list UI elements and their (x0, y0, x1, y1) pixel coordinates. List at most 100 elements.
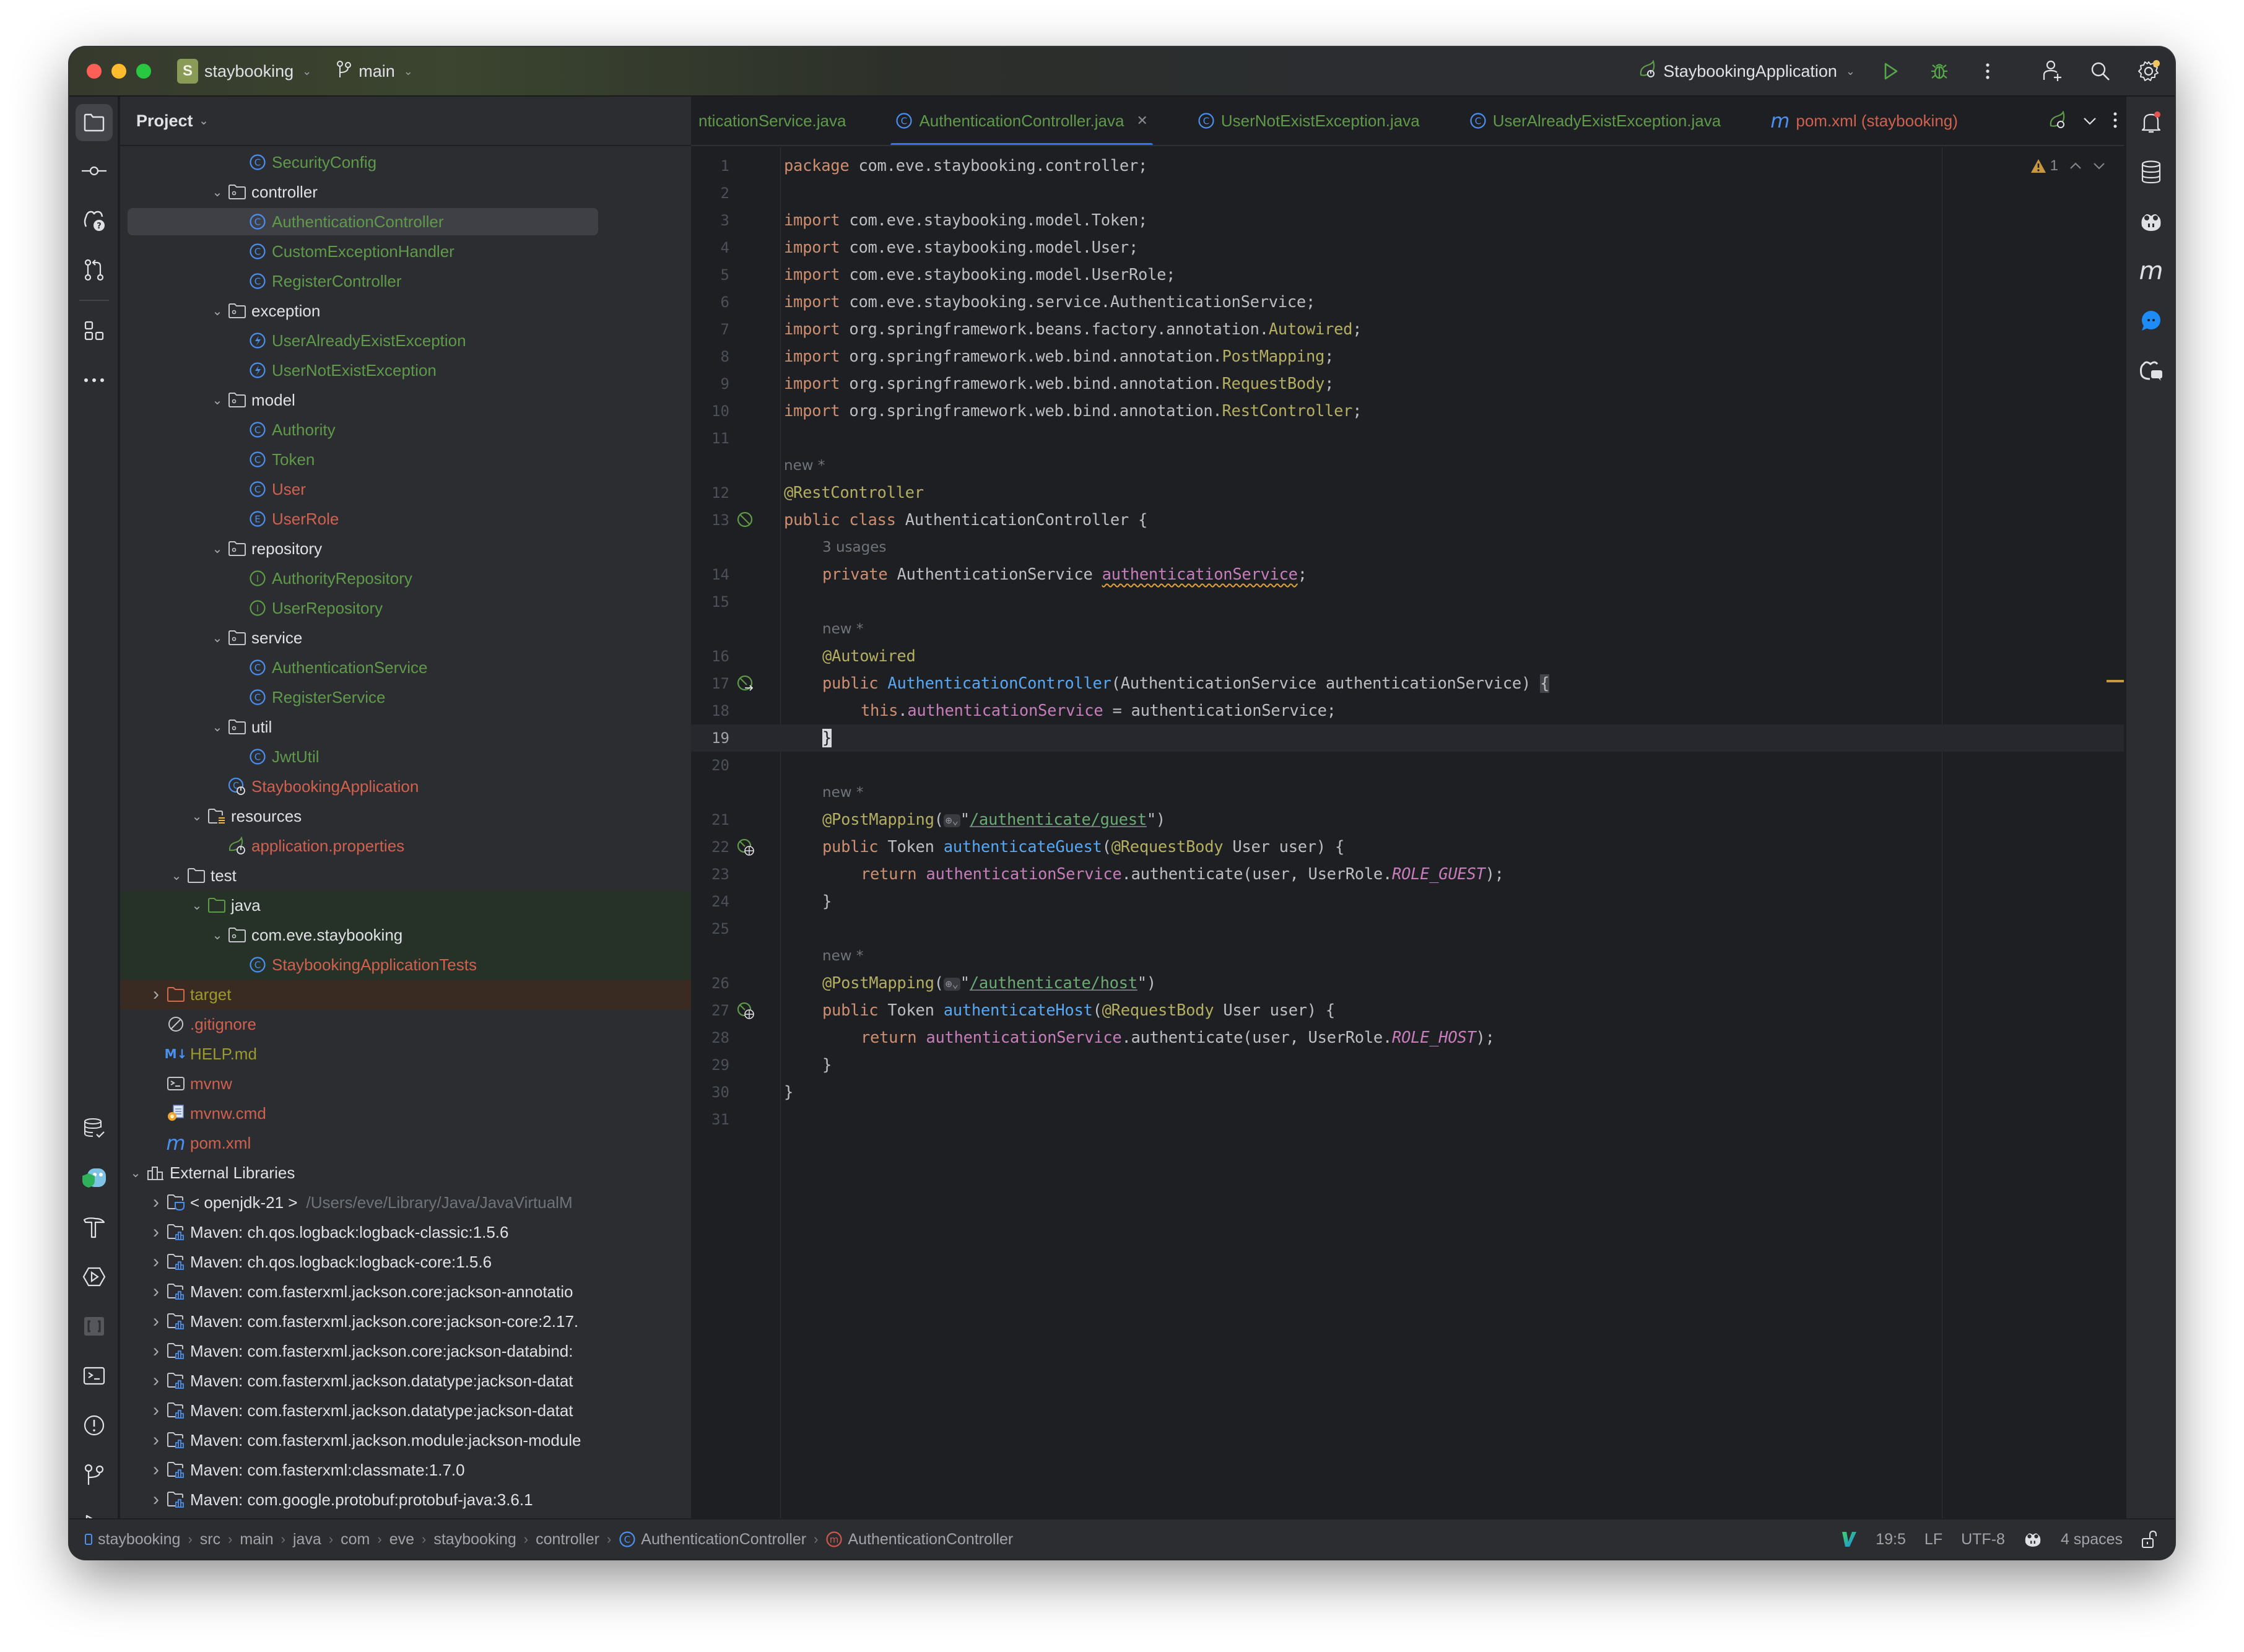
minimize-window-button[interactable] (111, 64, 126, 79)
caret-position[interactable]: 19:5 (1876, 1531, 1906, 1549)
code-line[interactable]: 9 import org.springframework.web.bind.ann… (691, 370, 2124, 398)
chevron-right-icon[interactable]: › (147, 1400, 165, 1421)
line-number[interactable]: 5 (691, 266, 729, 284)
code-line[interactable]: 7 import org.springframework.beans.factor… (691, 316, 2124, 343)
line-number[interactable]: 9 (691, 375, 729, 393)
tab-more-actions-button[interactable] (2113, 111, 2118, 132)
run-configuration-selector[interactable]: StaybookingApplication ⌄ (1638, 59, 1855, 83)
code-line[interactable]: 5 import com.eve.staybooking.model.UserRo… (691, 261, 2124, 289)
line-number[interactable]: 15 (691, 593, 729, 611)
database-changes-tool-button[interactable] (76, 1110, 113, 1147)
chevron-right-icon[interactable]: › (147, 984, 165, 1005)
tree-node[interactable]: › Maven: com.fasterxml.jackson.core:jacks… (120, 1306, 691, 1336)
code-line[interactable]: 1 package com.eve.staybooking.controller; (691, 152, 2124, 180)
tree-node[interactable]: › Maven: com.fasterxml.jackson.datatype:j… (120, 1366, 691, 1396)
settings-button[interactable] (2136, 59, 2161, 84)
code-line[interactable]: 8 import org.springframework.web.bind.ann… (691, 343, 2124, 370)
copilot-chat-button[interactable] (2133, 352, 2170, 389)
tree-node[interactable]: UserAlreadyExistException (120, 326, 691, 355)
chevron-right-icon[interactable]: › (147, 1341, 165, 1362)
line-number[interactable]: 28 (691, 1029, 729, 1046)
line-number[interactable]: 24 (691, 893, 729, 910)
line-number[interactable]: 27 (691, 1002, 729, 1019)
code-line[interactable]: 18 this.authenticationService = authentic… (691, 697, 2124, 724)
line-separator[interactable]: LF (1924, 1531, 1942, 1549)
tree-node[interactable]: ⌄ model (120, 385, 691, 415)
tree-node[interactable]: ⌄ service (120, 623, 691, 653)
tree-node[interactable]: › Maven: com.fasterxml.jackson.core:jacks… (120, 1336, 691, 1366)
chevron-right-icon[interactable]: › (147, 1251, 165, 1272)
tree-node[interactable]: C JwtUtil (120, 742, 691, 772)
chevron-right-icon[interactable]: › (147, 1430, 165, 1451)
line-number[interactable]: 8 (691, 348, 729, 365)
line-number[interactable]: 7 (691, 321, 729, 338)
chevron-right-icon[interactable]: › (147, 1222, 165, 1243)
tree-node[interactable]: C StaybookingApplication (120, 772, 691, 801)
tree-node[interactable]: mvnw.cmd (120, 1098, 691, 1128)
line-number[interactable]: 12 (691, 484, 729, 502)
code-line[interactable]: 4 import com.eve.staybooking.model.User; (691, 234, 2124, 261)
endpoint-icon[interactable] (736, 1001, 755, 1020)
chevron-down-icon[interactable]: ⌄ (208, 393, 227, 408)
line-number[interactable]: 6 (691, 293, 729, 311)
vim-plugin-indicator[interactable] (1841, 1531, 1857, 1548)
json-plugin-button[interactable] (76, 1308, 113, 1345)
database-tool-button[interactable] (2133, 154, 2170, 191)
endpoint-url-chip[interactable]: ⊕⌄ (943, 814, 960, 827)
editor-tab-active[interactable]: C AuthenticationController.java ✕ (883, 97, 1160, 145)
editor-tab[interactable]: C UserAlreadyExistException.java (1457, 97, 1734, 145)
code-line[interactable]: 21 @PostMapping(⊕⌄ "/authenticate/guest") (691, 806, 2124, 833)
endpoint-icon[interactable] (736, 837, 755, 857)
search-everywhere-button[interactable] (2088, 59, 2113, 84)
tree-node[interactable]: › < openjdk-21 > /Users/eve/Library/Java/J… (120, 1188, 691, 1217)
line-number[interactable]: 17 (691, 675, 729, 692)
line-number[interactable]: 22 (691, 838, 729, 856)
more-actions-button[interactable] (1975, 59, 2000, 84)
maven-tool-button[interactable]: m (2133, 253, 2170, 290)
code-vision-hint[interactable]: 3 usages (691, 534, 2124, 561)
go-security-plugin-button[interactable] (76, 1159, 113, 1196)
tree-node[interactable]: E UserRole (120, 504, 691, 534)
chevron-down-icon[interactable]: ⌄ (126, 1165, 145, 1181)
code-line[interactable]: 20 (691, 752, 2124, 779)
tree-node[interactable]: C RegisterService (120, 682, 691, 712)
code-line[interactable]: 22 public Token authenticateGuest(@Reques… (691, 833, 2124, 861)
code-vision-hint[interactable]: new * (691, 452, 2124, 479)
tree-node[interactable]: C CustomExceptionHandler (120, 237, 691, 266)
close-window-button[interactable] (87, 64, 102, 79)
tree-node[interactable]: I AuthorityRepository (120, 563, 691, 593)
code-line[interactable]: 19} (691, 724, 2124, 752)
services-tool-button[interactable] (76, 1258, 113, 1295)
code-vision-hint[interactable]: new * (691, 779, 2124, 806)
breadcrumb-item[interactable]: m AuthenticationController (825, 1531, 1013, 1549)
tree-node[interactable]: › Maven: ch.qos.logback:logback-classic:1… (120, 1217, 691, 1247)
line-number[interactable]: 4 (691, 239, 729, 256)
code-line[interactable]: 3 import com.eve.staybooking.model.Token; (691, 207, 2124, 234)
tree-node[interactable]: .gitignore (120, 1009, 691, 1039)
code-line[interactable]: 10 import org.springframework.web.bind.an… (691, 398, 2124, 425)
close-tab-icon[interactable]: ✕ (1136, 113, 1147, 129)
build-tool-button[interactable] (76, 1209, 113, 1246)
code-line[interactable]: 27 public Token authenticateHost(@Request… (691, 997, 2124, 1024)
line-number[interactable]: 26 (691, 975, 729, 992)
chevron-down-icon[interactable]: ⌄ (208, 630, 227, 646)
chevron-down-icon[interactable]: ⌄ (208, 303, 227, 319)
chevron-down-icon[interactable]: ⌄ (167, 868, 186, 884)
breadcrumb-item[interactable]: controller (536, 1531, 599, 1549)
chevron-down-icon[interactable]: ⌄ (208, 719, 227, 735)
chevron-right-icon[interactable]: › (147, 1192, 165, 1213)
tree-node[interactable]: application.properties (120, 831, 691, 861)
tree-node[interactable]: › Maven: com.fasterxml.jackson.module:jac… (120, 1425, 691, 1455)
line-number[interactable]: 29 (691, 1056, 729, 1074)
code-line[interactable]: 17 public AuthenticationController(Authen… (691, 670, 2124, 697)
code-vision-hint[interactable]: new * (691, 615, 2124, 643)
chevron-down-icon[interactable]: ⌄ (188, 898, 206, 913)
tree-node[interactable]: C Token (120, 445, 691, 474)
inlay-hint-text[interactable]: new * (822, 621, 863, 637)
chevron-down-icon[interactable]: ⌄ (208, 928, 227, 943)
tree-node[interactable]: I UserRepository (120, 593, 691, 623)
tree-node[interactable]: mvnw (120, 1069, 691, 1098)
line-number[interactable]: 1 (691, 157, 729, 175)
tree-node[interactable]: C StaybookingApplicationTests (120, 950, 691, 980)
code-line[interactable]: 23 return authenticationService.authentic… (691, 861, 2124, 888)
